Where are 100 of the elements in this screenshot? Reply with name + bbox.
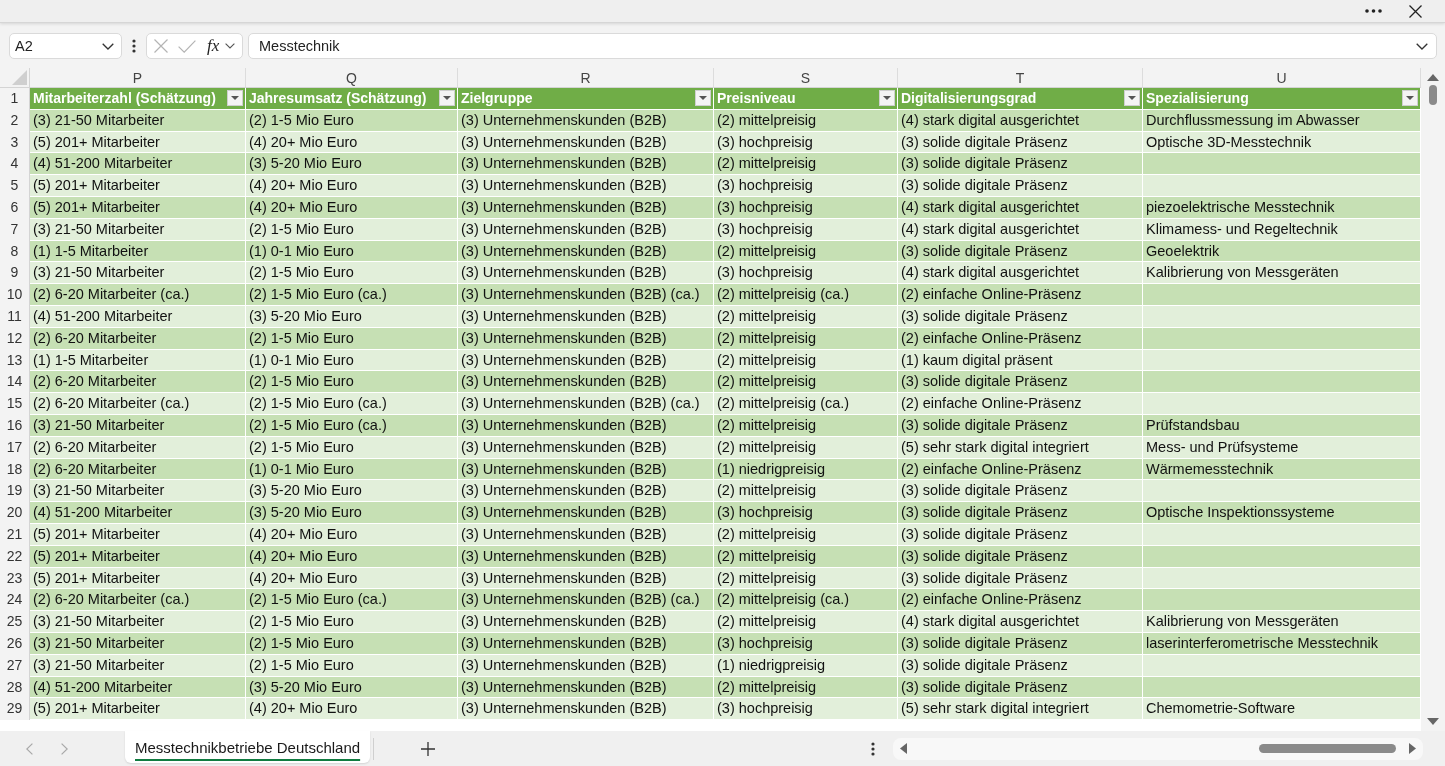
table-cell: (3) 21-50 Mitarbeiter: [30, 611, 246, 633]
down-triangle-icon[interactable]: [1427, 718, 1439, 725]
ellipsis-icon[interactable]: [1365, 9, 1382, 13]
table-cell: (3) solide digitale Präsenz: [898, 676, 1143, 699]
table-cell: (3) Unternehmenskunden (B2B): [458, 175, 714, 197]
table-cell: (3) solide digitale Präsenz: [898, 371, 1143, 394]
row-number[interactable]: 22: [0, 545, 30, 568]
row-number[interactable]: 1: [0, 88, 30, 110]
scrollbar-thumb[interactable]: [1429, 85, 1437, 105]
filter-button[interactable]: [1402, 90, 1418, 107]
vertical-ellipsis-icon[interactable]: [871, 741, 875, 756]
row-number[interactable]: 12: [0, 327, 30, 350]
chevron-down-icon[interactable]: [102, 42, 114, 50]
table-cell: (3) 5-20 Mio Euro: [246, 502, 458, 524]
table-cell: (2) mittelpreisig: [714, 676, 898, 699]
column-letter[interactable]: U: [1143, 68, 1421, 88]
table-cell: (2) mittelpreisig: [714, 153, 898, 176]
table-cell: (2) einfache Online-Präsenz: [898, 393, 1143, 415]
table-cell: (3) hochpreisig: [714, 131, 898, 154]
vertical-ellipsis-icon[interactable]: [132, 39, 136, 53]
caret-down-icon: [1128, 96, 1136, 101]
row-number[interactable]: 14: [0, 371, 30, 394]
filter-button[interactable]: [227, 90, 243, 107]
table-cell: (1) 1-5 Mitarbeiter: [30, 349, 246, 372]
table-cell: Kalibrierung von Messgeräten: [1143, 262, 1421, 285]
table-cell: (2) mittelpreisig: [714, 109, 898, 132]
right-triangle-icon[interactable]: [1409, 743, 1416, 754]
row-number[interactable]: 26: [0, 632, 30, 655]
row-number[interactable]: 5: [0, 175, 30, 197]
row-number[interactable]: 29: [0, 698, 30, 721]
row-number[interactable]: 6: [0, 197, 30, 219]
row-number[interactable]: 19: [0, 480, 30, 503]
column-heading: Mitarbeiterzahl (Schätzung): [33, 90, 216, 107]
row-number[interactable]: 27: [0, 654, 30, 677]
table-cell: (2) 1-5 Mio Euro (ca.): [246, 414, 458, 437]
table-cell: (2) 1-5 Mio Euro (ca.): [246, 393, 458, 415]
table-cell: Wärmemesstechnik: [1143, 458, 1421, 481]
row-number[interactable]: 3: [0, 131, 30, 154]
table-cell: (3) 21-50 Mitarbeiter: [30, 654, 246, 677]
table-cell: (3) Unternehmenskunden (B2B) (ca.): [458, 589, 714, 612]
filter-button[interactable]: [879, 90, 895, 107]
table-cell: (5) 201+ Mitarbeiter: [30, 698, 246, 721]
table-cell: (3) hochpreisig: [714, 632, 898, 655]
row-number[interactable]: 7: [0, 218, 30, 241]
table-cell: (3) Unternehmenskunden (B2B): [458, 327, 714, 350]
row-number[interactable]: 20: [0, 502, 30, 524]
row-number[interactable]: 21: [0, 523, 30, 546]
row-number[interactable]: 16: [0, 414, 30, 437]
filter-button[interactable]: [695, 90, 711, 107]
table-cell: (3) Unternehmenskunden (B2B): [458, 153, 714, 176]
horizontal-scrollbar[interactable]: [893, 737, 1423, 760]
column-letter[interactable]: T: [898, 68, 1143, 88]
left-triangle-icon[interactable]: [900, 743, 907, 754]
close-icon[interactable]: [1409, 4, 1422, 18]
row-number[interactable]: 2: [0, 109, 30, 132]
table-cell: (5) 201+ Mitarbeiter: [30, 567, 246, 590]
row-number[interactable]: 13: [0, 349, 30, 372]
row-number[interactable]: 8: [0, 240, 30, 263]
filter-button[interactable]: [439, 90, 455, 107]
chevron-down-icon[interactable]: [225, 43, 236, 49]
row-number[interactable]: 24: [0, 589, 30, 612]
table-cell: (3) solide digitale Präsenz: [898, 414, 1143, 437]
table-cell: (2) einfache Online-Präsenz: [898, 458, 1143, 481]
table-cell: (2) mittelpreisig: [714, 567, 898, 590]
column-letter[interactable]: Q: [246, 68, 458, 88]
row-number[interactable]: 25: [0, 611, 30, 633]
table-cell: (4) 20+ Mio Euro: [246, 698, 458, 721]
table-cell: (4) 20+ Mio Euro: [246, 197, 458, 219]
up-triangle-icon[interactable]: [1427, 74, 1439, 81]
table-cell: (3) 5-20 Mio Euro: [246, 676, 458, 699]
insert-function-button[interactable]: fx: [207, 36, 220, 56]
row-number[interactable]: 17: [0, 436, 30, 459]
table-cell: Durchflussmessung im Abwasser: [1143, 109, 1421, 132]
row-number[interactable]: 28: [0, 676, 30, 699]
table-cell: (2) 6-20 Mitarbeiter: [30, 327, 246, 350]
sheet-tab[interactable]: Messtechnikbetriebe Deutschland: [125, 731, 371, 763]
row-number[interactable]: 4: [0, 153, 30, 176]
table-cell: (3) Unternehmenskunden (B2B): [458, 436, 714, 459]
row-number[interactable]: 15: [0, 393, 30, 415]
column-letter[interactable]: S: [714, 68, 898, 88]
row-number[interactable]: 18: [0, 458, 30, 481]
filter-button[interactable]: [1124, 90, 1140, 107]
name-box[interactable]: A2: [9, 33, 122, 59]
table-cell: (3) 21-50 Mitarbeiter: [30, 480, 246, 503]
chevron-down-icon[interactable]: [1416, 42, 1428, 50]
scrollbar-thumb[interactable]: [1259, 744, 1396, 753]
plus-icon[interactable]: [421, 741, 436, 756]
table-cell: (1) 1-5 Mitarbeiter: [30, 240, 246, 263]
row-number[interactable]: 23: [0, 567, 30, 590]
table-cell: (5) sehr stark digital integriert: [898, 698, 1143, 721]
row-number[interactable]: 11: [0, 305, 30, 328]
column-heading: Jahresumsatz (Schätzung): [249, 90, 427, 107]
table-cell: (3) 21-50 Mitarbeiter: [30, 262, 246, 285]
table-cell: (2) mittelpreisig: [714, 545, 898, 568]
table-cell: (3) hochpreisig: [714, 197, 898, 219]
column-letter[interactable]: P: [30, 68, 246, 88]
row-number[interactable]: 10: [0, 284, 30, 306]
formula-field[interactable]: Messtechnik: [248, 33, 1437, 59]
column-letter[interactable]: R: [458, 68, 714, 88]
row-number[interactable]: 9: [0, 262, 30, 285]
